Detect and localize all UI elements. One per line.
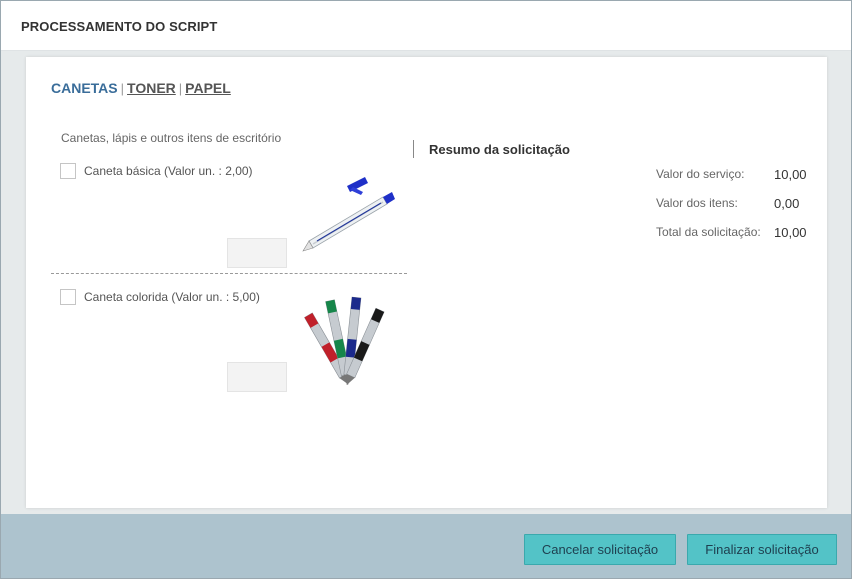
summary-label: Valor dos itens:: [656, 196, 738, 210]
basic-pen-image: [301, 177, 395, 253]
modal-window: PROCESSAMENTO DO SCRIPT CANETAS | TONER | PA…: [0, 0, 852, 579]
summary-title: Resumo da solicitação: [429, 142, 570, 157]
quantity-input[interactable]: [227, 238, 287, 268]
modal-footer: Cancelar solicitação Finalizar solicitaç…: [1, 514, 851, 578]
tab-toner[interactable]: TONER: [127, 80, 176, 96]
list-item: Caneta colorida (Valor un. : 5,00): [51, 283, 407, 403]
item-label: Caneta básica (Valor un. : 2,00): [84, 164, 253, 178]
tab-separator: |: [178, 81, 183, 96]
modal-header: PROCESSAMENTO DO SCRIPT: [1, 1, 851, 51]
quantity-input[interactable]: [227, 362, 287, 392]
modal-title: PROCESSAMENTO DO SCRIPT: [21, 19, 218, 34]
summary-value: 0,00: [774, 196, 800, 211]
summary-label: Valor do serviço:: [656, 167, 745, 181]
finish-request-button[interactable]: Finalizar solicitação: [687, 534, 837, 565]
summary-label: Total da solicitação:: [656, 225, 761, 239]
colored-pens-image: [304, 296, 385, 386]
tab-canetas[interactable]: CANETAS: [51, 80, 118, 96]
summary-value: 10,00: [774, 225, 807, 240]
tab-separator: |: [120, 81, 125, 96]
tab-papel[interactable]: PAPEL: [185, 80, 231, 96]
content-panel: CANETAS | TONER | PAPEL Canetas, lápis e out…: [26, 57, 827, 508]
item-checkbox[interactable]: [60, 163, 76, 179]
cancel-request-button[interactable]: Cancelar solicitação: [524, 534, 676, 565]
section-description: Canetas, lápis e outros itens de escritó…: [61, 131, 282, 145]
item-label: Caneta colorida (Valor un. : 5,00): [84, 290, 260, 304]
category-tabs: CANETAS | TONER | PAPEL: [51, 80, 231, 96]
summary-value: 10,00: [774, 167, 807, 182]
item-checkbox[interactable]: [60, 289, 76, 305]
list-item: Caneta básica (Valor un. : 2,00): [51, 157, 407, 274]
summary-divider: [413, 140, 414, 158]
